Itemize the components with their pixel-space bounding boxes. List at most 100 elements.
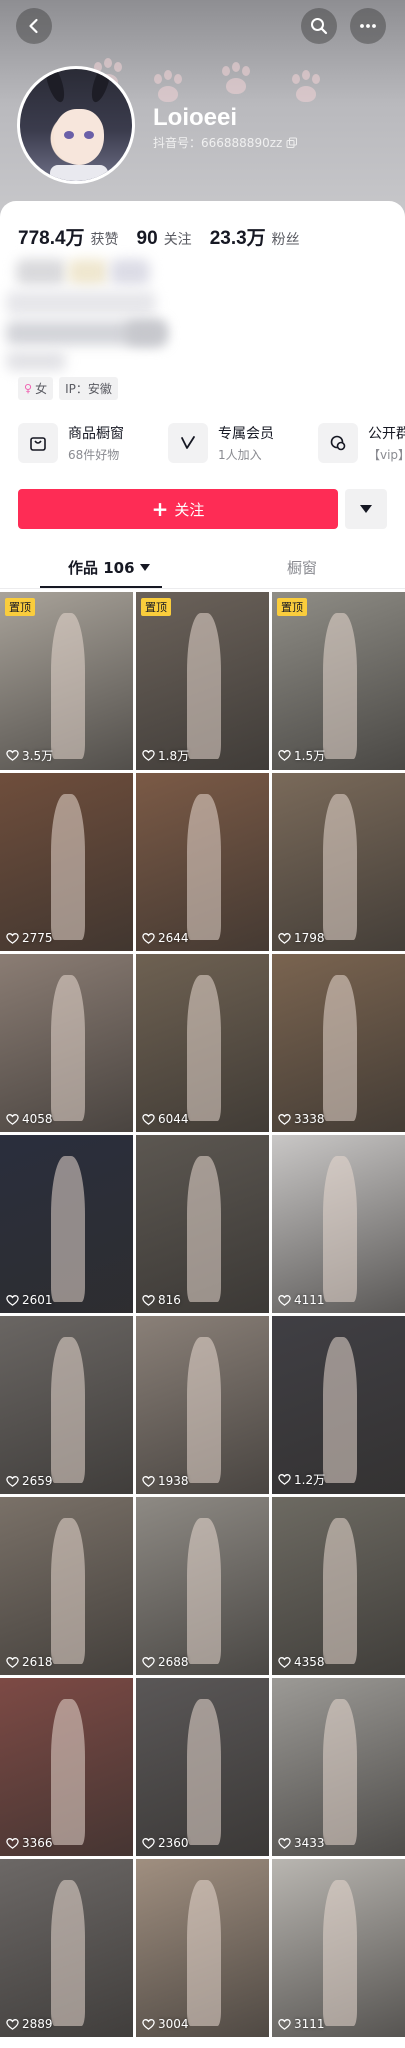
video-thumbnail[interactable]: 2360 bbox=[136, 1678, 269, 1856]
like-count: 3.5万 bbox=[6, 747, 53, 764]
video-thumbnail[interactable]: 816 bbox=[136, 1135, 269, 1313]
video-thumbnail[interactable]: 1798 bbox=[272, 773, 405, 951]
video-thumbnail[interactable]: 2775 bbox=[0, 773, 133, 951]
video-thumbnail[interactable]: 3111 bbox=[272, 1859, 405, 2037]
tab-window[interactable]: 橱窗 bbox=[287, 557, 317, 578]
thumbnail-image bbox=[322, 1337, 358, 1484]
like-count-text: 2618 bbox=[22, 1655, 53, 1669]
like-count: 3366 bbox=[6, 1836, 53, 1850]
video-thumbnail[interactable]: 6044 bbox=[136, 954, 269, 1132]
thumbnail-image bbox=[322, 1518, 358, 1665]
heart-icon bbox=[6, 1475, 19, 1487]
tab-label: 作品 106 bbox=[68, 559, 135, 577]
like-count: 2360 bbox=[142, 1836, 189, 1850]
like-count: 4058 bbox=[6, 1112, 53, 1126]
stat-label: 关注 bbox=[163, 232, 192, 248]
like-count-text: 2644 bbox=[158, 931, 189, 945]
douyin-id[interactable]: 抖音号：666888890zz bbox=[153, 134, 298, 151]
like-count: 3111 bbox=[278, 2017, 325, 2031]
heart-icon bbox=[142, 1656, 155, 1668]
thumbnail-image bbox=[186, 1337, 222, 1484]
heart-icon bbox=[278, 1656, 291, 1668]
like-count-text: 3004 bbox=[158, 2017, 189, 2031]
follow-button[interactable]: + 关注 bbox=[18, 489, 338, 529]
like-count-text: 3338 bbox=[294, 1112, 325, 1126]
shortcut-title: 商品橱窗 bbox=[68, 426, 124, 442]
copy-icon[interactable] bbox=[286, 137, 298, 149]
heart-icon bbox=[142, 2018, 155, 2030]
like-count-text: 1798 bbox=[294, 931, 325, 945]
video-thumbnail[interactable]: 4358 bbox=[272, 1497, 405, 1675]
like-count: 1798 bbox=[278, 931, 325, 945]
thumbnail-image bbox=[186, 1699, 222, 1846]
like-count-text: 4111 bbox=[294, 1293, 325, 1307]
video-thumbnail[interactable]: 1938 bbox=[136, 1316, 269, 1494]
like-count-text: 2775 bbox=[22, 931, 53, 945]
shortcut-product-window[interactable]: 商品橱窗 68件好物 bbox=[18, 423, 124, 463]
like-count: 1.8万 bbox=[142, 747, 189, 764]
more-dots-icon bbox=[360, 24, 376, 28]
stat-following[interactable]: 90 关注 bbox=[137, 228, 192, 250]
tab-works[interactable]: 作品 106 bbox=[68, 557, 150, 578]
thumbnail-image bbox=[186, 613, 222, 760]
video-thumbnail[interactable]: 1.2万 bbox=[272, 1316, 405, 1494]
video-thumbnail[interactable]: 4058 bbox=[0, 954, 133, 1132]
thumbnail-image bbox=[322, 975, 358, 1122]
plus-icon: + bbox=[151, 497, 169, 521]
ip-location-tag: IP：安徽 bbox=[59, 377, 118, 400]
active-tab-indicator bbox=[40, 586, 162, 588]
video-thumbnail[interactable]: 4111 bbox=[272, 1135, 405, 1313]
video-thumbnail[interactable]: 2659 bbox=[0, 1316, 133, 1494]
heart-icon bbox=[142, 750, 155, 761]
like-count: 2618 bbox=[6, 1655, 53, 1669]
heart-icon bbox=[6, 932, 19, 944]
shortcut-public-group[interactable]: 公开群 【vip】 bbox=[318, 423, 405, 463]
like-count-text: 6044 bbox=[158, 1112, 189, 1126]
tab-label: 橱窗 bbox=[287, 559, 318, 577]
video-thumbnail[interactable]: 3366 bbox=[0, 1678, 133, 1856]
like-count-text: 1.8万 bbox=[158, 749, 190, 763]
video-thumbnail[interactable]: 3338 bbox=[272, 954, 405, 1132]
heart-icon bbox=[278, 750, 291, 761]
stat-likes[interactable]: 778.4万 获赞 bbox=[18, 223, 119, 250]
recommend-dropdown-button[interactable] bbox=[345, 489, 387, 529]
search-icon bbox=[311, 18, 328, 35]
heart-icon bbox=[278, 1294, 291, 1306]
thumbnail-image bbox=[50, 1156, 86, 1303]
video-thumbnail[interactable]: 3004 bbox=[136, 1859, 269, 2037]
thumbnail-image bbox=[322, 613, 358, 760]
thumbnail-image bbox=[50, 1337, 86, 1484]
video-thumbnail[interactable]: 2688 bbox=[136, 1497, 269, 1675]
video-thumbnail[interactable]: 2889 bbox=[0, 1859, 133, 2037]
avatar[interactable] bbox=[17, 66, 135, 184]
back-button[interactable] bbox=[16, 8, 52, 44]
like-count-text: 816 bbox=[158, 1293, 181, 1307]
heart-icon bbox=[6, 1113, 19, 1125]
gender-text: 女 bbox=[35, 382, 48, 396]
video-thumbnail[interactable]: 2618 bbox=[0, 1497, 133, 1675]
video-thumbnail[interactable]: 置顶 1.8万 bbox=[136, 592, 269, 770]
like-count: 3433 bbox=[278, 1836, 325, 1850]
video-thumbnail[interactable]: 置顶 1.5万 bbox=[272, 592, 405, 770]
like-count: 4358 bbox=[278, 1655, 325, 1669]
like-count-text: 4358 bbox=[294, 1655, 325, 1669]
paw-decoration bbox=[286, 68, 326, 108]
like-count-text: 3.5万 bbox=[22, 749, 54, 763]
caret-down-icon bbox=[360, 505, 372, 513]
stat-followers[interactable]: 23.3万 粉丝 bbox=[210, 223, 300, 250]
thumbnail-image bbox=[186, 1880, 222, 2027]
thumbnail-image bbox=[50, 613, 86, 760]
heart-icon bbox=[142, 1294, 155, 1306]
video-thumbnail[interactable]: 3433 bbox=[272, 1678, 405, 1856]
like-count: 3338 bbox=[278, 1112, 325, 1126]
vip-v-icon bbox=[181, 436, 195, 449]
video-thumbnail[interactable]: 2601 bbox=[0, 1135, 133, 1313]
thumbnail-image bbox=[50, 794, 86, 941]
search-button[interactable] bbox=[301, 8, 337, 44]
shortcut-subtitle: 【vip】 bbox=[368, 448, 405, 462]
shortcut-exclusive-member[interactable]: 专属会员 1人加入 bbox=[168, 423, 274, 463]
video-thumbnail[interactable]: 置顶 3.5万 bbox=[0, 592, 133, 770]
shortcut-title: 公开群 bbox=[368, 426, 405, 442]
more-options-button[interactable] bbox=[350, 8, 386, 44]
video-thumbnail[interactable]: 2644 bbox=[136, 773, 269, 951]
